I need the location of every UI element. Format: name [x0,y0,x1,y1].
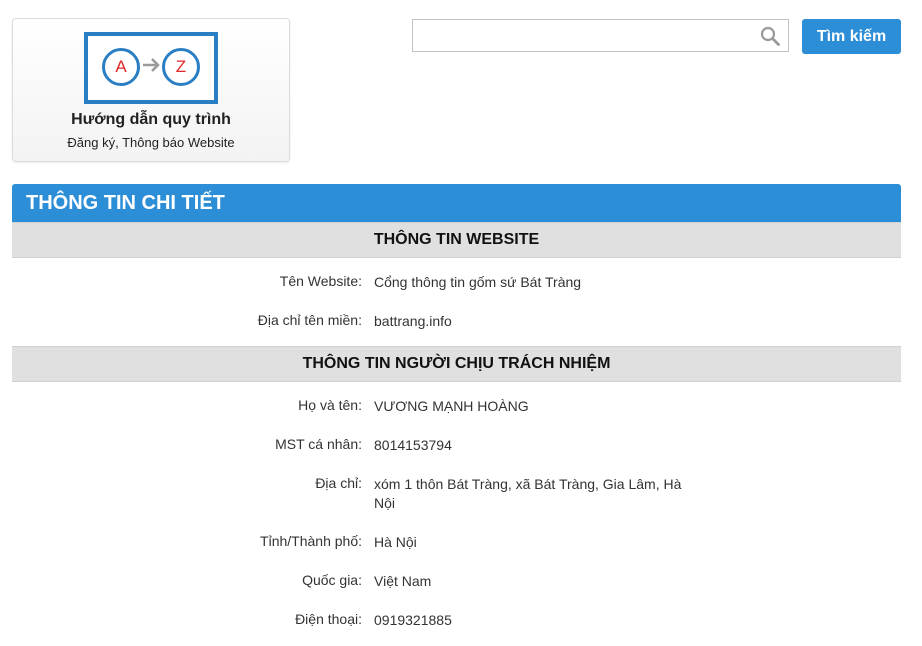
guide-title: Hướng dẫn quy trình [71,111,231,128]
registration-guide-banner[interactable]: A Z Hướng dẫn quy trình Đăng ký, Thông b… [12,18,290,162]
panel-title: THÔNG TIN CHI TIẾT [12,184,901,222]
website-info-list: Tên Website: Cổng thông tin gốm sứ Bát T… [12,258,901,346]
owner-section-header: THÔNG TIN NGƯỜI CHỊU TRÁCH NHIỆM [12,346,901,382]
address-row: Địa chỉ: xóm 1 thôn Bát Tràng, xã Bát Tr… [12,467,901,525]
guide-subtitle: Đăng ký, Thông báo Website [67,135,235,150]
owner-info-list: Họ và tên: VƯƠNG MẠNH HOÀNG MST cá nhân:… [12,382,901,645]
website-name-value: Cổng thông tin gốm sứ Bát Tràng [374,274,582,290]
address-value: xóm 1 thôn Bát Tràng, xã Bát Tràng, Gia … [374,476,682,511]
phone-label: Điện thoại: [295,611,362,627]
country-value: Việt Nam [374,573,432,589]
country-row: Quốc gia: Việt Nam [12,564,901,603]
address-label: Địa chỉ: [315,475,362,491]
website-section-header: THÔNG TIN WEBSITE [12,222,901,258]
website-name-row: Tên Website: Cổng thông tin gốm sứ Bát T… [12,265,901,304]
phone-value: 0919321885 [374,612,452,628]
tax-id-label: MST cá nhân: [275,436,362,452]
full-name-row: Họ và tên: VƯƠNG MẠNH HOÀNG [12,389,901,428]
page: A Z Hướng dẫn quy trình Đăng ký, Thông b… [0,0,922,646]
domain-row: Địa chỉ tên miền: battrang.info [12,304,901,343]
province-value: Hà Nội [374,534,417,550]
search-input[interactable] [413,20,753,51]
detail-panel: THÔNG TIN CHI TIẾT THÔNG TIN WEBSITE Tên… [12,184,901,646]
full-name-value: VƯƠNG MẠNH HOÀNG [374,398,529,414]
province-label: Tỉnh/Thành phố: [260,533,362,549]
arrow-right-icon [143,58,160,72]
letter-z-icon: Z [162,48,200,86]
search-icon[interactable] [760,26,780,46]
letter-a-icon: A [102,48,140,86]
full-name-label: Họ và tên: [298,397,362,413]
province-row: Tỉnh/Thành phố: Hà Nội [12,525,901,564]
tax-id-row: MST cá nhân: 8014153794 [12,428,901,467]
phone-row: Điện thoại: 0919321885 [12,603,901,642]
website-name-label: Tên Website: [279,273,362,289]
domain-value: battrang.info [374,313,452,329]
a-to-z-logo: A Z [84,32,218,104]
domain-label: Địa chỉ tên miền: [257,312,362,328]
search-button[interactable]: Tìm kiếm [802,19,901,54]
search-box [412,19,789,52]
tax-id-value: 8014153794 [374,437,452,453]
country-label: Quốc gia: [302,572,362,588]
